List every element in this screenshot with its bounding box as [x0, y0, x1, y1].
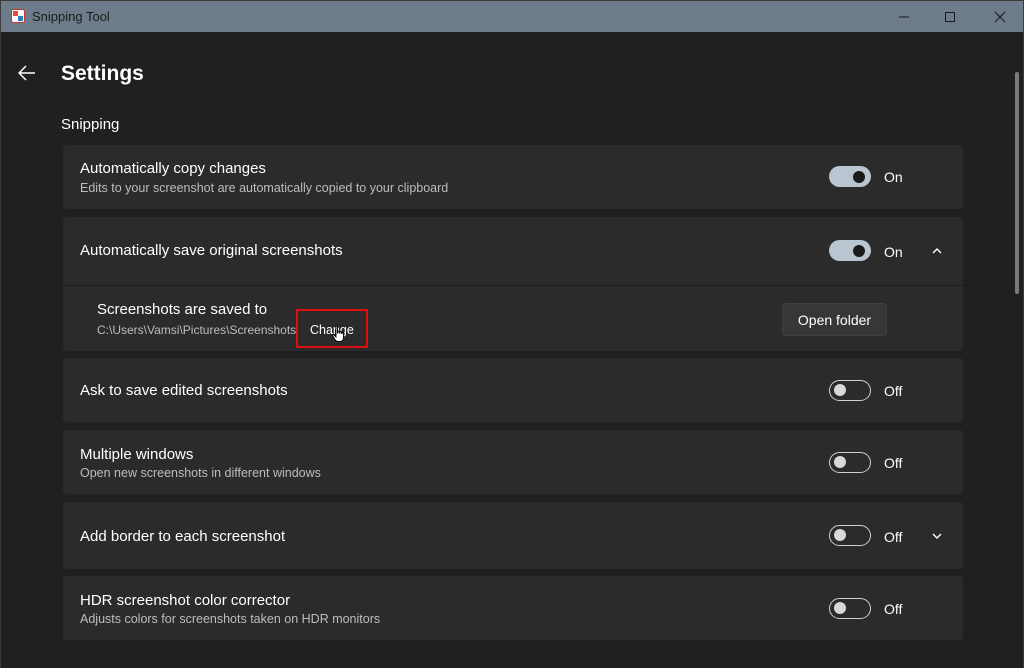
toggle-knob: [853, 170, 865, 183]
setting-title: Automatically copy changes: [80, 160, 266, 177]
ask-to-save-toggle[interactable]: [829, 380, 871, 401]
setting-description: Open new screenshots in different window…: [80, 466, 321, 480]
save-location-path: C:\Users\Vamsi\Pictures\Screenshots: [97, 323, 297, 337]
page-title: Settings: [61, 62, 144, 85]
chevron-down-icon[interactable]: [929, 528, 945, 544]
hdr-toggle[interactable]: [829, 598, 871, 619]
setting-ask-to-save: Ask to save edited screenshots Off: [63, 358, 963, 422]
setting-title: Automatically save original screenshots: [80, 242, 343, 259]
toggle-state-label: Off: [884, 601, 903, 617]
setting-add-border[interactable]: Add border to each screenshot Off: [63, 502, 963, 569]
section-label-snipping: Snipping: [61, 116, 120, 133]
settings-content: Settings Snipping Automatically copy cha…: [1, 32, 1023, 668]
chevron-up-icon[interactable]: [929, 243, 945, 259]
setting-auto-copy: Automatically copy changes Edits to your…: [63, 145, 963, 209]
save-location-panel: Screenshots are saved to C:\Users\Vamsi\…: [63, 285, 963, 351]
setting-hdr-color-corrector: HDR screenshot color corrector Adjusts c…: [63, 576, 963, 640]
auto-copy-toggle[interactable]: [829, 166, 871, 187]
setting-title: Add border to each screenshot: [80, 528, 286, 545]
window-title: Snipping Tool: [32, 9, 110, 24]
snipping-tool-icon: [11, 9, 25, 23]
toggle-state-label: Off: [884, 529, 903, 545]
hand-pointer-icon: [331, 325, 347, 343]
back-button[interactable]: [13, 60, 41, 86]
toggle-state-label: Off: [884, 383, 903, 399]
snipping-tool-window: Snipping Tool Settings Snipping Automati…: [0, 0, 1024, 668]
toggle-knob: [834, 384, 846, 396]
setting-description: Edits to your screenshot are automatical…: [80, 181, 449, 195]
toggle-knob: [853, 244, 865, 257]
open-folder-button[interactable]: Open folder: [782, 303, 887, 336]
setting-title: Ask to save edited screenshots: [80, 382, 288, 399]
save-location-label: Screenshots are saved to: [97, 301, 268, 318]
add-border-toggle[interactable]: [829, 525, 871, 546]
setting-auto-save[interactable]: Automatically save original screenshots …: [63, 217, 963, 285]
multiple-windows-toggle[interactable]: [829, 452, 871, 473]
toggle-state-label: On: [884, 169, 903, 185]
setting-multiple-windows: Multiple windows Open new screenshots in…: [63, 430, 963, 494]
back-arrow-icon: [18, 65, 35, 81]
minimize-button[interactable]: [881, 1, 927, 32]
toggle-knob: [834, 602, 846, 614]
setting-title: Multiple windows: [80, 446, 194, 463]
setting-description: Adjusts colors for screenshots taken on …: [80, 612, 381, 626]
close-button[interactable]: [977, 1, 1023, 32]
toggle-knob: [834, 529, 846, 541]
vertical-scrollbar[interactable]: [1015, 72, 1019, 294]
title-bar: Snipping Tool: [1, 1, 1023, 32]
toggle-state-label: Off: [884, 455, 903, 471]
toggle-knob: [834, 456, 846, 468]
setting-title: HDR screenshot color corrector: [80, 592, 291, 609]
toggle-state-label: On: [884, 244, 903, 260]
maximize-button[interactable]: [927, 1, 973, 32]
auto-save-toggle[interactable]: [829, 240, 871, 261]
